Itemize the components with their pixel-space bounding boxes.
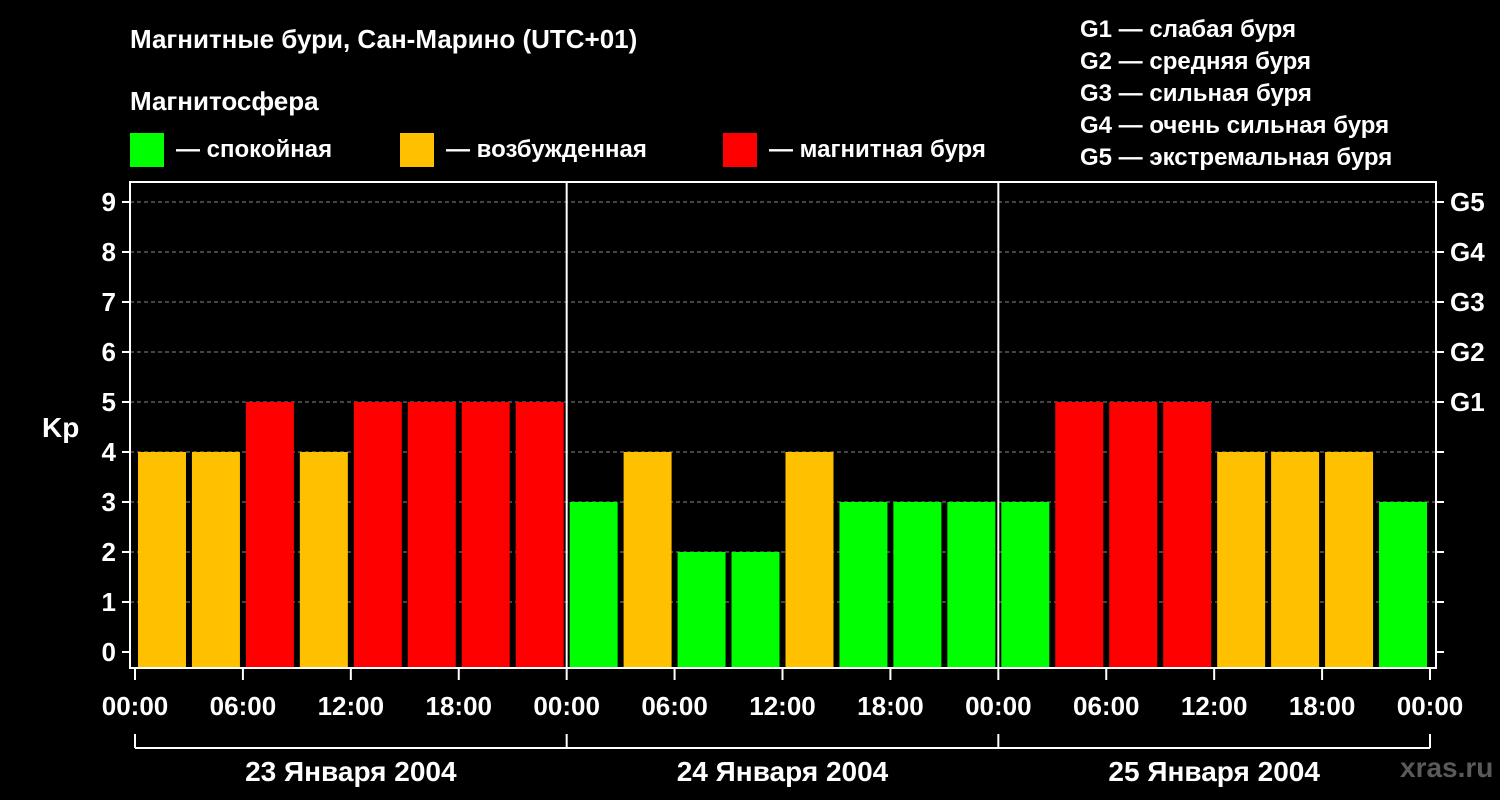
- day-label: 25 Января 2004: [1108, 756, 1320, 787]
- x-tick-label: 00:00: [533, 691, 600, 721]
- x-tick-label: 18:00: [857, 691, 924, 721]
- x-tick-label: 12:00: [1181, 691, 1248, 721]
- x-tick-label: 18:00: [1289, 691, 1356, 721]
- g-level-label: G2: [1450, 337, 1485, 367]
- g-level-label: G5: [1450, 187, 1485, 217]
- y-tick-label: 8: [102, 237, 116, 267]
- x-tick-label: 00:00: [965, 691, 1032, 721]
- x-tick-label: 18:00: [426, 691, 493, 721]
- kp-bar: [1271, 452, 1320, 668]
- kp-bar: [893, 502, 942, 668]
- kp-bar: [353, 402, 402, 668]
- kp-bar: [515, 402, 564, 668]
- kp-bar: [947, 502, 996, 668]
- kp-bar: [1379, 502, 1428, 668]
- y-tick-label: 6: [102, 337, 116, 367]
- x-tick-label: 12:00: [749, 691, 816, 721]
- day-label: 23 Января 2004: [245, 756, 457, 787]
- y-axis-label: Kp: [42, 412, 79, 443]
- y-tick-label: 2: [102, 537, 116, 567]
- kp-bar: [407, 402, 456, 668]
- kp-bar: [1217, 452, 1266, 668]
- kp-bar: [191, 452, 240, 668]
- kp-bar: [839, 502, 888, 668]
- kp-bar: [1001, 502, 1050, 668]
- y-tick-label: 1: [102, 587, 116, 617]
- x-tick-label: 06:00: [641, 691, 708, 721]
- y-tick-label: 0: [102, 637, 116, 667]
- y-tick-label: 9: [102, 187, 116, 217]
- g-level-label: G4: [1450, 237, 1485, 267]
- x-tick-label: 06:00: [210, 691, 277, 721]
- x-tick-label: 06:00: [1073, 691, 1140, 721]
- kp-bar: [785, 452, 834, 668]
- kp-chart: 0 1 2 3 4 5 6 7 8 9 G1 G2 G3 G4 G5 Kp 00:00 06:00 12:00 18:…: [42, 181, 1485, 787]
- kp-bar: [245, 402, 294, 668]
- kp-bar: [623, 452, 672, 668]
- kp-bar: [1109, 402, 1158, 668]
- kp-bar: [299, 452, 348, 668]
- x-tick-label: 00:00: [1397, 691, 1464, 721]
- kp-bar: [1163, 402, 1212, 668]
- g-level-label: G1: [1450, 387, 1485, 417]
- kp-bar: [137, 452, 186, 668]
- y-tick-label: 4: [102, 437, 117, 467]
- g-level-label: G3: [1450, 287, 1485, 317]
- y-tick-label: 5: [102, 387, 116, 417]
- x-tick-label: 12:00: [318, 691, 385, 721]
- kp-bar: [461, 402, 510, 668]
- y-tick-label: 3: [102, 487, 116, 517]
- y-tick-label: 7: [102, 287, 116, 317]
- source-watermark: xras.ru: [1400, 752, 1494, 783]
- kp-bar: [731, 552, 780, 668]
- kp-bar: [1325, 452, 1374, 668]
- kp-bar: [677, 552, 726, 668]
- x-tick-label: 00:00: [102, 691, 169, 721]
- kp-bar: [569, 502, 618, 668]
- kp-bar: [1055, 402, 1104, 668]
- day-label: 24 Января 2004: [677, 756, 889, 787]
